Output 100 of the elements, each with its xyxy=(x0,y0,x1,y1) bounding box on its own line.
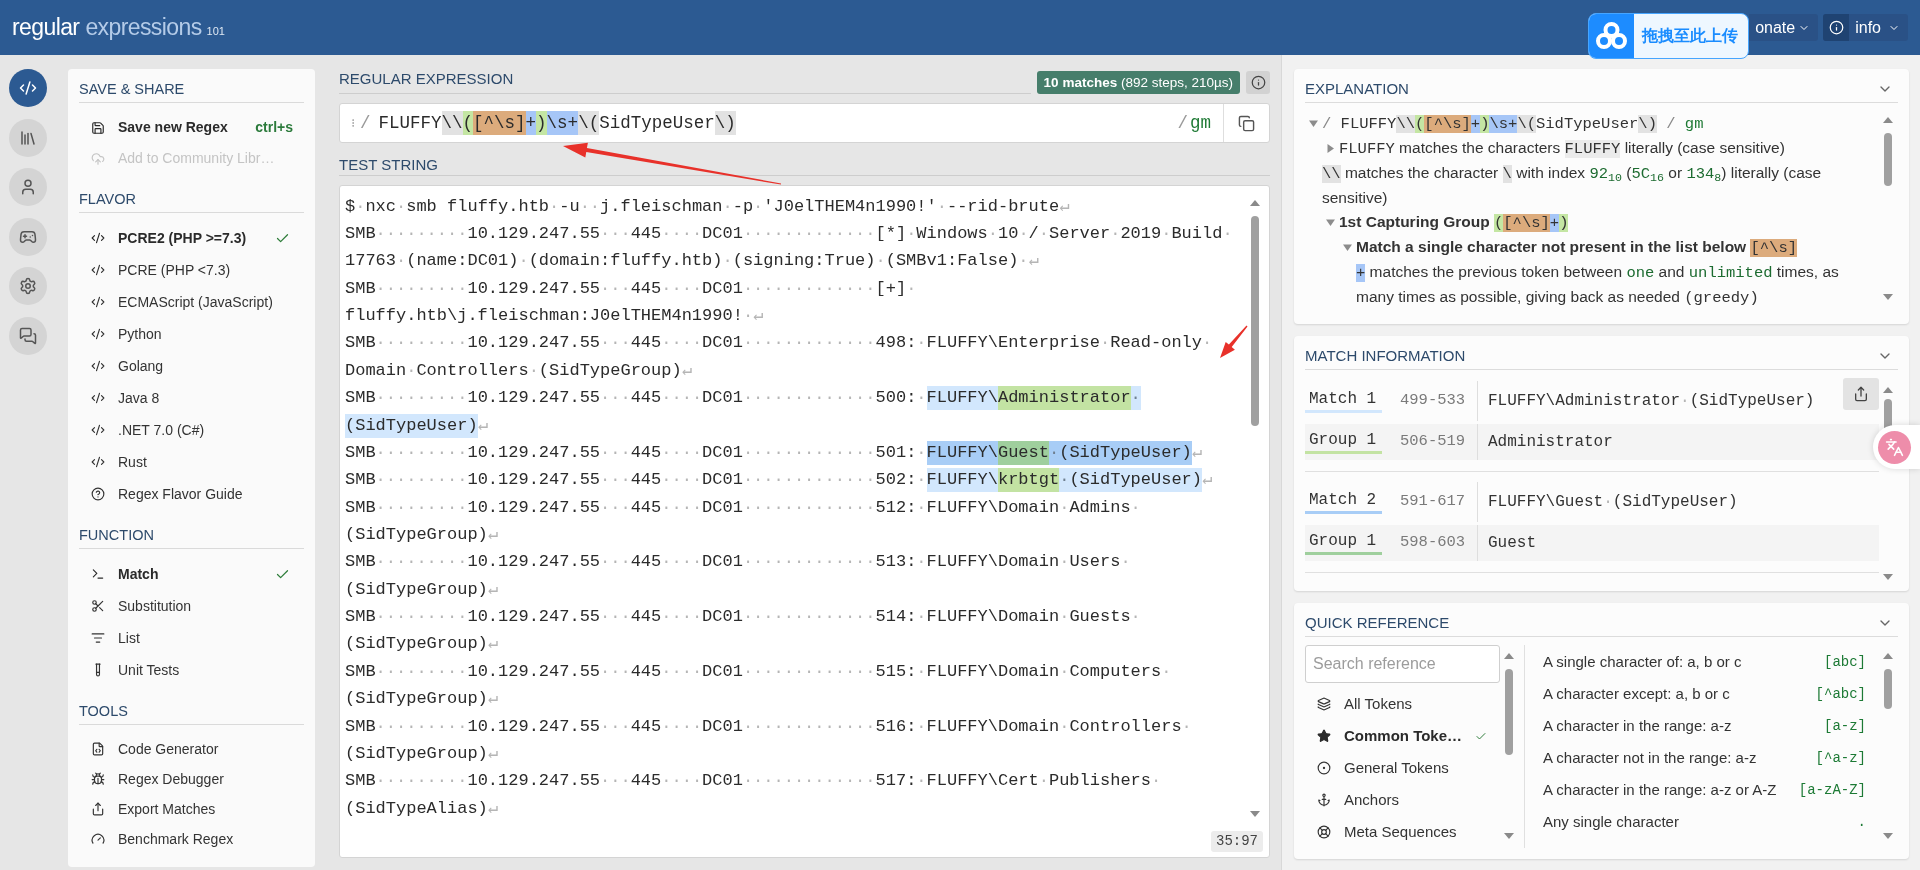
code-icon xyxy=(19,79,37,97)
match-highlight: ·(SidTypeUser) xyxy=(1049,440,1192,465)
reference-description: A character in the range: a-z xyxy=(1543,715,1732,736)
scissors-icon xyxy=(91,599,105,613)
section-heading: FUNCTION xyxy=(79,526,154,544)
rail-button[interactable] xyxy=(9,69,47,107)
match-highlight: FLUFFY\ xyxy=(926,440,998,465)
tool-link[interactable]: Benchmark Regex xyxy=(79,824,304,854)
reference-category[interactable]: Meta Sequences xyxy=(1305,816,1500,848)
option-item[interactable]: Rust xyxy=(79,446,304,478)
reference-category[interactable]: General Tokens xyxy=(1305,752,1500,784)
reference-category[interactable]: Common Toke… xyxy=(1305,720,1500,752)
regex-flags[interactable]: gm xyxy=(1190,109,1211,137)
life-ring-icon xyxy=(1317,825,1331,839)
section-heading: FLAVOR xyxy=(79,190,136,208)
share-icon xyxy=(91,802,105,816)
action-item[interactable]: Save new Regex ctrl+s xyxy=(79,112,304,143)
annotation-arrow xyxy=(1220,325,1248,358)
test-string-text: SMB·········10.129.247.55···445····DC01·············[+]· xyxy=(345,277,917,300)
group-highlight: Administrator xyxy=(997,386,1131,411)
caret-right-icon[interactable] xyxy=(1326,144,1335,153)
reference-token: [a-zA-Z] xyxy=(1798,780,1866,800)
rail-button[interactable] xyxy=(9,168,47,206)
layers-icon xyxy=(1317,697,1331,711)
match-range: 591-617 xyxy=(1400,491,1467,513)
option-item[interactable]: Golang xyxy=(79,350,304,382)
translate-icon xyxy=(1878,430,1911,464)
test-string-text: $·nxc·smb fluffy.htb·-u··j.fleischman·-p·'J0elTHEM4n1990!'·--rid-brute↵ xyxy=(345,195,1070,218)
reference-description: A single character of: a, b or c xyxy=(1543,651,1742,672)
option-item[interactable]: Match xyxy=(79,558,304,590)
test-string-text: (SidTypeGroup)↵ xyxy=(345,524,499,546)
match-count-badge: 10 matches (892 steps, 210µs) xyxy=(1036,71,1240,94)
option-item[interactable]: PCRE (PHP <7.3) xyxy=(79,254,304,286)
match-highlight: ·(SidTypeUser) xyxy=(1059,468,1202,493)
test-string-editor[interactable] xyxy=(339,185,1270,858)
panel-title: EXPLANATION xyxy=(1305,80,1409,98)
tool-link[interactable]: Export Matches xyxy=(79,794,304,824)
info-button[interactable] xyxy=(1246,71,1270,94)
test-string-text: SMB·········10.129.247.55···445····DC01·············502:· xyxy=(345,469,927,492)
info-menu-button[interactable]: info xyxy=(1823,14,1908,41)
list-icon xyxy=(91,631,105,645)
option-item[interactable]: Substitution xyxy=(79,590,304,622)
option-item[interactable]: .NET 7.0 (C#) xyxy=(79,414,304,446)
rings-logo-icon xyxy=(1589,14,1634,58)
panel-title: MATCH INFORMATION xyxy=(1305,347,1466,365)
code-icon xyxy=(91,423,105,437)
test-string-text: ↵ xyxy=(1191,441,1203,464)
group-highlight: krbtgt xyxy=(997,468,1060,493)
option-item[interactable]: PCRE2 (PHP >=7.3) xyxy=(79,222,304,254)
section-heading: TEST STRING xyxy=(339,156,438,174)
option-item[interactable]: List xyxy=(79,622,304,654)
code-icon xyxy=(91,327,105,341)
test-string-text: SMB·········10.129.247.55···445····DC01·············501:· xyxy=(345,441,927,464)
rail-button[interactable] xyxy=(9,316,47,355)
match-label: Group 1 xyxy=(1308,531,1378,551)
rail-button[interactable] xyxy=(9,217,47,256)
logo[interactable]: regular expressions 101 xyxy=(12,16,225,39)
help-icon xyxy=(91,487,105,501)
chat-icon xyxy=(19,326,37,345)
test-string-text: SMB·········10.129.247.55···445····DC01·············516:·FLUFFY\Domain·Controllers· xyxy=(345,715,1192,738)
reference-description: A character in the range: a-z or A-Z xyxy=(1543,779,1777,800)
explanation-text: / FLUFFY\\([^\s]+)\s+\(SidTypeUser\) / gm xyxy=(1322,114,1704,135)
test-string-text: fluffy.htb\j.fleischman:J0elTHEM4n1990!·↵ xyxy=(345,305,764,328)
match-label: Group 1 xyxy=(1308,430,1378,450)
reference-token: [abc] xyxy=(1824,652,1866,672)
caret-down-icon[interactable] xyxy=(1343,243,1352,252)
match-highlight: FLUFFY\ xyxy=(926,386,998,411)
share-icon xyxy=(1853,386,1869,402)
rail-button[interactable] xyxy=(9,118,47,157)
match-value: FLUFFY\Guest·(SidTypeUser) xyxy=(1487,492,1738,513)
rail-button[interactable] xyxy=(9,267,47,305)
code-icon xyxy=(91,455,105,469)
code-icon xyxy=(91,359,105,373)
panel-title: QUICK REFERENCE xyxy=(1305,614,1450,632)
match-range: 499-533 xyxy=(1400,390,1467,412)
option-item[interactable]: Unit Tests xyxy=(79,654,304,686)
match-range: 506-519 xyxy=(1400,431,1467,453)
export-button[interactable] xyxy=(1843,378,1879,410)
option-item[interactable]: Regex Flavor Guide xyxy=(79,478,304,510)
caret-down-icon[interactable] xyxy=(1309,119,1318,128)
reference-category[interactable]: Anchors xyxy=(1305,784,1500,816)
option-item[interactable]: Java 8 xyxy=(79,382,304,414)
tool-link[interactable]: Code Generator xyxy=(79,734,304,764)
settings-icon xyxy=(19,277,37,295)
match-value: Guest xyxy=(1487,533,1536,554)
option-item[interactable]: ECMAScript (JavaScript) xyxy=(79,286,304,318)
tool-link[interactable]: Regex Debugger xyxy=(79,764,304,794)
regex-input[interactable]: FLUFFY\\([^\s]+)\s+\(SidTypeUser\) xyxy=(378,111,1178,135)
terminal-icon xyxy=(91,567,105,581)
caret-down-icon[interactable] xyxy=(1326,218,1335,227)
reference-category[interactable]: All Tokens xyxy=(1305,688,1500,720)
donate-button[interactable]: onate xyxy=(1749,14,1819,41)
match-highlight: · xyxy=(1130,386,1141,411)
test-string-text: Domain·Controllers·(SidTypeGroup)↵ xyxy=(345,359,692,382)
books-icon xyxy=(19,128,37,147)
search-field[interactable]: Search reference xyxy=(1305,645,1500,683)
option-item[interactable]: Python xyxy=(79,318,304,350)
test-string-text: SMB·········10.129.247.55···445····DC01·············[*]·Windows·10·/·Server·2019·Build· xyxy=(345,223,1233,246)
save-icon xyxy=(91,120,105,135)
anchor-icon xyxy=(1317,793,1331,807)
